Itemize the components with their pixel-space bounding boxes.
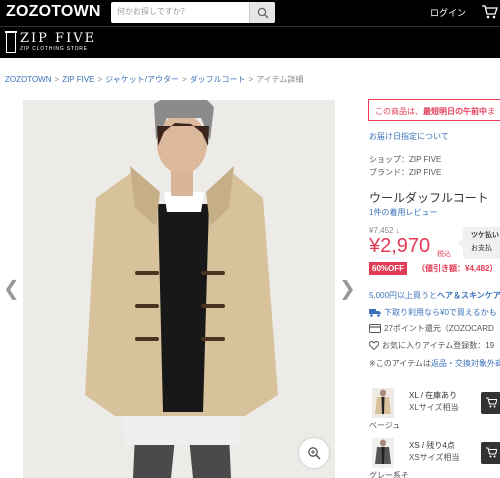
discount-amount: （値引き額：¥4,482） — [417, 264, 498, 273]
favorites-text: お気に入りアイテム登録数：19 — [382, 341, 495, 350]
product-image[interactable] — [23, 100, 335, 478]
reviews-link[interactable]: 1件の着用レビュー — [369, 207, 437, 218]
heart-icon — [369, 341, 379, 351]
add-to-cart-button[interactable] — [481, 392, 500, 414]
top-navigation-bar: ZOZOTOWN 何かお探しですか？ ログイン — [0, 0, 500, 26]
shop-name[interactable]: ZIP FIVE — [20, 31, 96, 46]
search-box[interactable]: 何かお探しですか？ — [111, 2, 275, 23]
tooltip-title: ツケ払い — [471, 232, 499, 239]
points-card-icon — [369, 324, 381, 334]
notice-suffix: ま — [487, 107, 495, 116]
variant-size: XSサイズ相当 — [409, 453, 460, 462]
shipping-highlight: ヘア＆スキンケア — [437, 291, 500, 300]
search-button[interactable] — [249, 2, 275, 23]
favorites-row: お気に入りアイテム登録数：19 — [369, 340, 494, 351]
shipping-promo[interactable]: 5,000円以上買うとヘア＆スキンケア — [369, 290, 500, 301]
model-photo — [23, 100, 335, 478]
previous-image-arrow[interactable]: ❮ — [3, 276, 20, 301]
variant-thumbnail[interactable] — [372, 438, 394, 468]
zip-five-logo-mark — [5, 31, 17, 53]
brand-label[interactable]: ブランド：ZIP FIVE — [369, 167, 441, 178]
variant-row: XL / 在庫あり XLサイズ相当 ベージュ — [369, 388, 500, 430]
cart-icon[interactable] — [482, 5, 498, 19]
breadcrumb-separator: > — [248, 75, 254, 84]
shipping-prefix: 5,000円以上買うと — [369, 291, 438, 300]
trade-in-text: 下取り利用なら¥0で買えるかも — [384, 308, 497, 317]
truck-icon — [369, 309, 381, 318]
discount-badge: 60%OFF — [369, 262, 408, 275]
tsuke-payment-tooltip[interactable]: ツケ払い お支払 — [458, 227, 500, 259]
cart-icon — [486, 397, 497, 408]
breadcrumb-zozotown[interactable]: ZOZOTOWN — [5, 75, 52, 84]
product-title: ウールダッフルコート — [369, 191, 489, 205]
note-prefix: ※このアイテムは — [369, 359, 431, 368]
search-input[interactable]: 何かお探しですか？ — [117, 6, 189, 17]
coat-thumbnail-gray — [372, 438, 394, 468]
return-policy-note: ※このアイテムは返品・交換対象外商 — [369, 358, 500, 369]
points-row: 27ポイント還元（ZOZOCARD — [369, 323, 494, 334]
zozotown-logo[interactable]: ZOZOTOWN — [6, 3, 101, 21]
notice-prefix: この商品は、 — [375, 107, 423, 116]
delivery-notice: この商品は、最短明日の午前中ま — [368, 99, 500, 121]
login-link[interactable]: ログイン — [430, 6, 466, 19]
breadcrumb-separator: > — [54, 75, 60, 84]
variant-thumbnail[interactable] — [372, 388, 394, 418]
notice-highlight: 最短明日の午前中 — [423, 107, 487, 116]
breadcrumb-current: アイテム詳細 — [256, 75, 304, 84]
variant-color: グレー系そ — [369, 471, 409, 478]
variant-stock: XL / 在庫あり — [409, 391, 458, 400]
next-image-arrow[interactable]: ❯ — [339, 276, 356, 301]
tax-label: 税込 — [437, 251, 451, 258]
shop-banner: ZIP FIVE ZIP CLOTHING STORE — [0, 26, 500, 58]
return-policy-link[interactable]: 返品・交換対象外商 — [431, 359, 500, 368]
variant-color: ベージュ — [369, 421, 401, 430]
coat-thumbnail-beige — [372, 388, 394, 418]
breadcrumb-jacket-outer[interactable]: ジャケット/アウター — [105, 75, 179, 84]
original-price: ¥7,452 ↓ — [369, 226, 400, 235]
breadcrumb-duffle-coat[interactable]: ダッフルコート — [190, 75, 246, 84]
variant-stock: XS / 残り4点 — [409, 441, 455, 450]
delivery-date-link[interactable]: お届け日指定について — [369, 131, 449, 142]
tooltip-text: お支払 — [471, 245, 492, 252]
add-to-cart-button[interactable] — [481, 442, 500, 464]
search-icon — [257, 7, 269, 19]
cart-icon — [486, 447, 497, 458]
variant-row: XS / 残り4点 XSサイズ相当 グレー系そ — [369, 438, 500, 478]
breadcrumb-zip-five[interactable]: ZIP FIVE — [62, 75, 94, 84]
variant-size: XLサイズ相当 — [409, 403, 459, 412]
shop-subtitle: ZIP CLOTHING STORE — [20, 46, 88, 52]
breadcrumb-separator: > — [182, 75, 187, 84]
sale-price: ¥2,970 — [369, 235, 431, 257]
points-text: 27ポイント還元（ZOZOCARD — [384, 324, 494, 333]
shop-label[interactable]: ショップ：ZIP FIVE — [369, 154, 441, 165]
zoom-icon — [308, 447, 321, 460]
breadcrumb: ZOZOTOWN > ZIP FIVE > ジャケット/アウター > ダッフルコート > アイテ… — [5, 74, 303, 85]
breadcrumb-separator: > — [97, 75, 103, 84]
trade-in-row[interactable]: 下取り利用なら¥0で買えるかも — [369, 307, 497, 318]
zoom-button[interactable] — [299, 438, 329, 468]
